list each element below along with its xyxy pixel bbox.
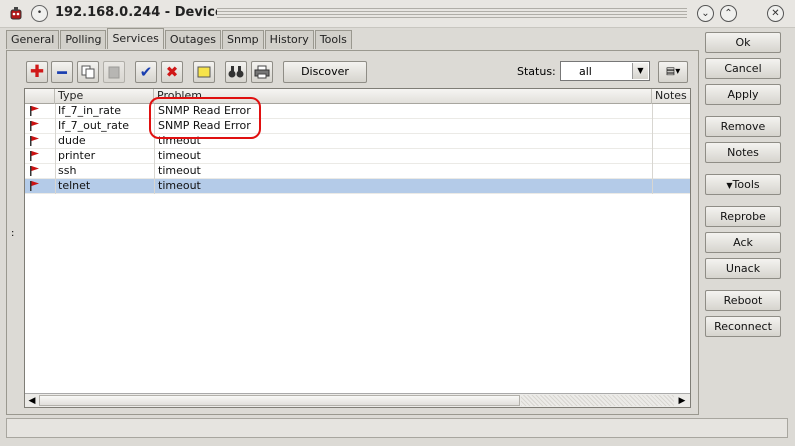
services-toolbar: ✚ ━ ✔ ✖ Discover Status: all ▼ ▤▾	[24, 61, 690, 85]
scroll-thumb[interactable]	[39, 395, 520, 406]
paste-icon[interactable]	[103, 61, 125, 83]
cell-type: If_7_out_rate	[58, 119, 129, 132]
cell-problem: timeout	[158, 179, 201, 192]
tab-services[interactable]: Services	[107, 28, 164, 49]
copy-icon[interactable]	[77, 61, 99, 83]
table-row-selected[interactable]: telnet timeout	[25, 179, 690, 194]
cell-type: telnet	[58, 179, 91, 192]
scroll-left-icon[interactable]: ◀	[26, 395, 38, 407]
reconnect-button[interactable]: Reconnect	[705, 316, 781, 337]
header-notes[interactable]: Notes	[652, 89, 690, 104]
flag-icon	[30, 106, 39, 116]
cell-problem: timeout	[158, 164, 201, 177]
discover-button[interactable]: Discover	[283, 61, 367, 83]
status-label: Status:	[517, 65, 556, 78]
apply-button[interactable]: Apply	[705, 84, 781, 105]
table-row[interactable]: ssh timeout	[25, 164, 690, 179]
cell-type: ssh	[58, 164, 77, 177]
table-row[interactable]: dude timeout	[25, 134, 690, 149]
flag-icon	[30, 166, 39, 176]
tab-snmp[interactable]: Snmp	[222, 30, 264, 49]
cell-type: printer	[58, 149, 96, 162]
reprobe-button[interactable]: Reprobe	[705, 206, 781, 227]
ack-button[interactable]: Ack	[705, 232, 781, 253]
scroll-right-icon[interactable]: ▶	[676, 395, 688, 407]
remove-button[interactable]: Remove	[705, 116, 781, 137]
minimize-button[interactable]: ⌄	[697, 5, 714, 22]
tab-polling[interactable]: Polling	[60, 30, 107, 49]
column-divider	[55, 104, 56, 194]
find-binoculars-icon[interactable]	[225, 61, 247, 83]
reboot-button[interactable]: Reboot	[705, 290, 781, 311]
cell-type: dude	[58, 134, 86, 147]
annotation-highlight	[149, 97, 261, 139]
table-row[interactable]: printer timeout	[25, 149, 690, 164]
cancel-button[interactable]: Cancel	[705, 58, 781, 79]
title-bar: • 192.168.0.244 - Device ⌄ ⌃ ✕	[0, 0, 795, 28]
column-divider	[652, 104, 653, 194]
splitter-marker: :	[11, 228, 15, 239]
remove-icon[interactable]: ━	[51, 61, 73, 83]
tab-bar: General Polling Services Outages Snmp Hi…	[6, 28, 353, 50]
comment-icon[interactable]	[193, 61, 215, 83]
tools-button[interactable]: ▼Tools	[705, 174, 781, 195]
tab-general[interactable]: General	[6, 30, 60, 49]
header-type[interactable]: Type	[55, 89, 154, 104]
pin-icon[interactable]: •	[31, 5, 48, 22]
flag-icon	[30, 136, 39, 146]
status-value: all	[579, 65, 592, 78]
chevron-down-icon[interactable]: ▼	[632, 63, 648, 79]
disable-x-icon[interactable]: ✖	[161, 61, 183, 83]
status-bar	[6, 418, 788, 438]
flag-icon	[30, 181, 39, 191]
status-select[interactable]: all ▼	[560, 61, 650, 81]
title-grip	[217, 8, 687, 20]
notes-button[interactable]: Notes	[705, 142, 781, 163]
unack-button[interactable]: Unack	[705, 258, 781, 279]
table-row[interactable]: If_7_in_rate SNMP Read Error	[25, 104, 690, 119]
app-icon	[10, 7, 22, 20]
add-icon[interactable]: ✚	[26, 61, 48, 83]
header-flag[interactable]	[25, 89, 55, 104]
services-table: Type Problem Notes If_7_in_rate SNMP Rea…	[24, 88, 691, 408]
maximize-button[interactable]: ⌃	[720, 5, 737, 22]
tab-outages[interactable]: Outages	[164, 30, 222, 49]
tools-label: Tools	[732, 178, 760, 191]
table-row[interactable]: If_7_out_rate SNMP Read Error	[25, 119, 690, 134]
table-header: Type Problem Notes	[25, 89, 690, 104]
window-title: 192.168.0.244 - Device	[55, 5, 224, 20]
horizontal-scrollbar[interactable]: ◀ ▶	[25, 393, 690, 407]
flag-icon	[30, 151, 39, 161]
scroll-track[interactable]	[521, 395, 674, 406]
print-icon[interactable]	[251, 61, 273, 83]
enable-check-icon[interactable]: ✔	[135, 61, 157, 83]
cell-type: If_7_in_rate	[58, 104, 121, 117]
ok-button[interactable]: Ok	[705, 32, 781, 53]
flag-icon	[30, 121, 39, 131]
columns-icon[interactable]: ▤▾	[658, 61, 688, 83]
tab-history[interactable]: History	[264, 30, 314, 49]
close-button[interactable]: ✕	[767, 5, 784, 22]
cell-problem: timeout	[158, 149, 201, 162]
tab-tools[interactable]: Tools	[314, 30, 352, 49]
